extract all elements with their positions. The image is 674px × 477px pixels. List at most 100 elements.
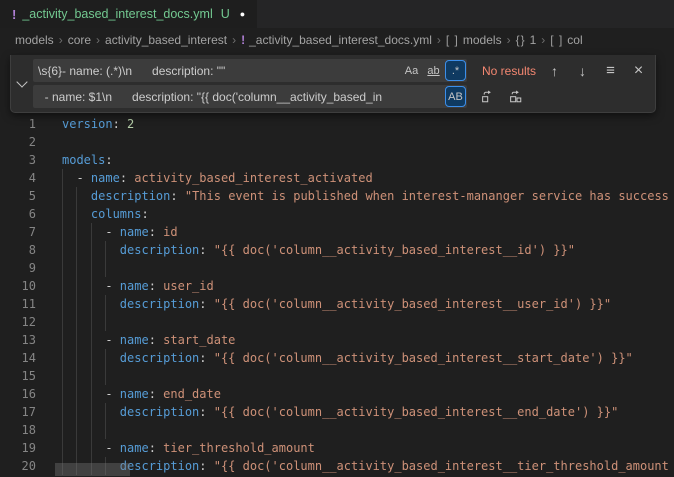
code-line[interactable]: 6 columns: — [0, 205, 674, 223]
breadcrumb-item[interactable]: core — [68, 33, 91, 47]
line-content: columns: — [62, 205, 149, 223]
indent-guide — [76, 367, 77, 385]
find-row: \s{6}- name: (.*)\n description: "" Aa a… — [33, 59, 649, 82]
code-line[interactable]: 17 description: "{{ doc('column__activit… — [0, 403, 674, 421]
line-content: - name: user_id — [62, 277, 214, 295]
code-line[interactable]: 7 - name: id — [0, 223, 674, 241]
line-number: 20 — [0, 457, 36, 475]
code-line[interactable]: 2 — [0, 133, 674, 151]
next-match-icon[interactable]: ↓ — [572, 60, 593, 81]
line-content: - name: activity_based_interest_activate… — [62, 169, 373, 187]
code-line[interactable]: 1version: 2 — [0, 115, 674, 133]
regex-icon[interactable]: .* — [446, 61, 465, 80]
code-line[interactable]: 8 description: "{{ doc('column__activity… — [0, 241, 674, 259]
replace-all-icon[interactable] — [505, 86, 526, 107]
breadcrumb-item[interactable]: [ ]col — [550, 33, 582, 47]
code-line[interactable]: 9 — [0, 259, 674, 277]
indent-guide — [62, 349, 63, 367]
indent-guide — [76, 295, 77, 313]
find-input-value: \s{6}- name: (.*)\n description: "" — [33, 64, 225, 78]
line-number: 8 — [0, 241, 36, 259]
horizontal-scrollbar[interactable] — [55, 463, 130, 476]
indent-guide — [76, 187, 77, 205]
line-content: - name: tier_threshold_amount — [62, 439, 315, 457]
line-number: 4 — [0, 169, 36, 187]
breadcrumb-item[interactable]: models — [15, 33, 54, 47]
previous-match-icon[interactable]: ↑ — [544, 60, 565, 81]
indent-guide — [62, 187, 63, 205]
indent-guide — [62, 169, 63, 187]
line-content: description: "{{ doc('column__activity_b… — [62, 457, 669, 475]
replace-icon[interactable] — [477, 86, 498, 107]
line-content: - name: start_date — [62, 331, 235, 349]
indent-guide — [91, 313, 92, 331]
close-icon[interactable]: × — [628, 60, 649, 81]
indent-guide — [76, 223, 77, 241]
code-line[interactable]: 18 — [0, 421, 674, 439]
indent-guide — [76, 259, 77, 277]
indent-guide — [105, 349, 106, 367]
indent-guide — [91, 295, 92, 313]
preserve-case-icon[interactable]: AB — [446, 87, 465, 106]
breadcrumb-label: activity_based_interest — [105, 33, 227, 47]
breadcrumb-label: _activity_based_interest_docs.yml — [249, 33, 432, 47]
line-content: version: 2 — [62, 115, 134, 133]
code-line[interactable]: 3models: — [0, 151, 674, 169]
code-line[interactable]: 16 - name: end_date — [0, 385, 674, 403]
indent-guide — [62, 205, 63, 223]
indent-guide — [105, 295, 106, 313]
replace-input[interactable]: - name: $1\n description: "{{ doc('colum… — [33, 85, 467, 108]
code-line[interactable]: 5 description: "This event is published … — [0, 187, 674, 205]
breadcrumb: models › core › activity_based_interest ›! _ac… — [0, 28, 674, 52]
line-number: 18 — [0, 421, 36, 439]
symbol-kind-icon: {} — [516, 33, 526, 47]
indent-guide — [76, 241, 77, 259]
indent-guide — [91, 385, 92, 403]
indent-guide — [91, 241, 92, 259]
indent-guide — [62, 313, 63, 331]
breadcrumb-separator-icon: › — [59, 33, 63, 47]
line-number: 15 — [0, 367, 36, 385]
toggle-replace-button[interactable] — [11, 55, 33, 112]
find-in-selection-icon[interactable]: ≡ — [600, 60, 621, 81]
find-input[interactable]: \s{6}- name: (.*)\n description: "" Aa a… — [33, 59, 467, 82]
whole-word-icon[interactable]: ab — [424, 61, 443, 80]
git-untracked-badge: U — [221, 7, 230, 21]
breadcrumb-label: 1 — [530, 33, 537, 47]
indent-guide — [105, 403, 106, 421]
code-line[interactable]: 15 — [0, 367, 674, 385]
code-line[interactable]: 4 - name: activity_based_interest_activa… — [0, 169, 674, 187]
breadcrumb-item[interactable]: activity_based_interest — [105, 33, 227, 47]
indent-guide — [91, 223, 92, 241]
line-content: - name: end_date — [62, 385, 221, 403]
code-line[interactable]: 19 - name: tier_threshold_amount — [0, 439, 674, 457]
line-content: description: "{{ doc('column__activity_b… — [62, 403, 618, 421]
replace-input-value: - name: $1\n description: "{{ doc('colum… — [33, 90, 382, 104]
breadcrumb-label: models — [15, 33, 54, 47]
breadcrumb-separator-icon: › — [507, 33, 511, 47]
dirty-indicator-icon[interactable]: ● — [240, 9, 245, 19]
code-editor[interactable]: 1version: 223models:4 - name: activity_b… — [0, 115, 674, 475]
indent-guide — [76, 205, 77, 223]
code-line[interactable]: 11 description: "{{ doc('column__activit… — [0, 295, 674, 313]
indent-guide — [62, 295, 63, 313]
code-line[interactable]: 10 - name: user_id — [0, 277, 674, 295]
indent-guide — [105, 241, 106, 259]
tab-activity-based-interest-docs[interactable]: ! _activity_based_interest_docs.yml U ● — [0, 0, 257, 28]
symbol-kind-icon: [ ] — [550, 33, 563, 47]
breadcrumb-separator-icon: › — [437, 33, 441, 47]
indent-guide — [91, 331, 92, 349]
line-number: 3 — [0, 151, 36, 169]
yaml-file-icon: ! — [241, 33, 245, 47]
indent-guide — [62, 223, 63, 241]
indent-guide — [76, 421, 77, 439]
breadcrumb-item[interactable]: ! _activity_based_interest_docs.yml — [241, 33, 432, 47]
code-line[interactable]: 14 description: "{{ doc('column__activit… — [0, 349, 674, 367]
code-line[interactable]: 12 — [0, 313, 674, 331]
line-content: description: "{{ doc('column__activity_b… — [62, 241, 575, 259]
breadcrumb-item[interactable]: {} 1 — [516, 33, 537, 47]
line-number: 10 — [0, 277, 36, 295]
breadcrumb-item[interactable]: [ ]models — [446, 33, 502, 47]
match-case-icon[interactable]: Aa — [402, 61, 421, 80]
code-line[interactable]: 13 - name: start_date — [0, 331, 674, 349]
